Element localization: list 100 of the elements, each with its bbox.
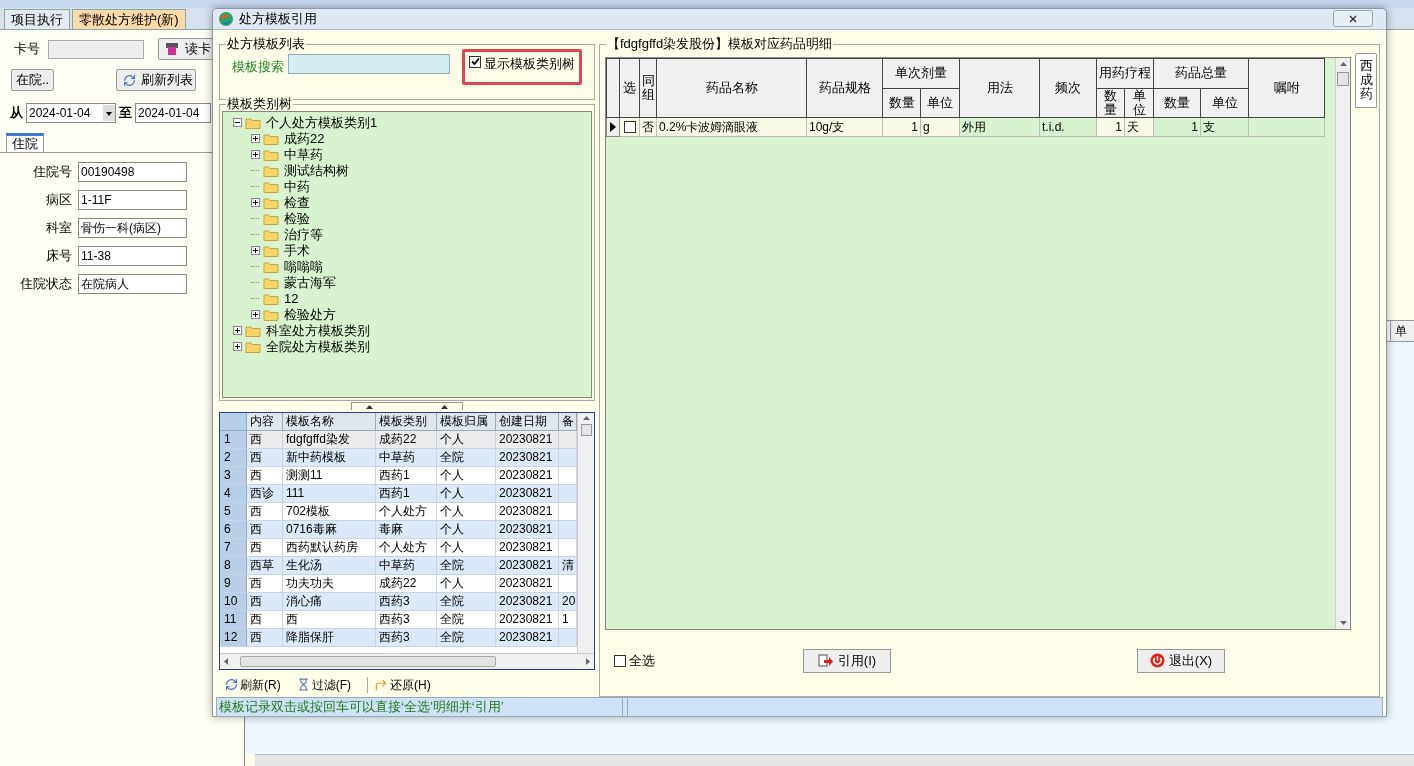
table-cell: 10g/支	[809, 119, 845, 134]
close-button[interactable]	[1333, 10, 1373, 28]
table-cell: 个人处方	[376, 502, 437, 520]
search-field[interactable]	[288, 53, 450, 74]
row-checkbox[interactable]	[623, 121, 636, 134]
folder-icon	[245, 116, 261, 129]
table-cell: 个人	[437, 430, 496, 448]
field-label: 卡号	[14, 40, 40, 59]
column-header: 药品总量	[1153, 58, 1249, 88]
expand-icon[interactable]	[250, 246, 260, 255]
expand-icon[interactable]	[232, 326, 242, 335]
scroll-thumb[interactable]	[580, 423, 592, 436]
app-logo-icon	[218, 10, 234, 27]
column-header[interactable]: 模板类别	[376, 412, 437, 430]
table-cell: 西	[247, 448, 283, 466]
expand-icon[interactable]	[250, 150, 260, 159]
text-field[interactable]: 11-38	[78, 246, 187, 266]
card-reader-icon	[165, 42, 179, 56]
side-tab[interactable]: 西成药	[1355, 52, 1377, 108]
status-text: 模板记录双击或按回车可以直接‘全选’明细并‘引用’	[217, 696, 623, 717]
table-cell: 西药3	[376, 610, 437, 628]
scroll-down-icon[interactable]	[1339, 620, 1347, 625]
table-cell: 20230821	[496, 538, 559, 556]
dropdown-icon	[103, 105, 115, 121]
collapse-icon[interactable]	[232, 118, 242, 127]
vertical-scrollbar[interactable]	[1335, 57, 1350, 629]
inpatient-button[interactable]: 在院..	[11, 69, 55, 91]
column-header[interactable]: 模板名称	[283, 412, 376, 430]
text-field[interactable]: 在院病人	[78, 274, 187, 294]
search-label: 模板搜索	[232, 57, 284, 76]
text-field[interactable]: 00190498	[78, 162, 187, 182]
table-cell: fdgfgffd染发	[283, 430, 376, 448]
table-cell: 20230821	[496, 520, 559, 538]
table-cell: 消心痛	[283, 592, 376, 610]
column-header: 选	[619, 58, 640, 117]
toolbar-button[interactable]: 还原(H)	[374, 675, 441, 694]
expand-icon[interactable]	[232, 342, 242, 351]
table-cell: g	[923, 119, 930, 134]
column-header: 单次剂量	[882, 58, 960, 88]
column-header[interactable]: 内容	[247, 412, 283, 430]
redo-arrow-icon	[374, 677, 388, 692]
table-cell: 1	[911, 119, 918, 134]
table-cell: 西	[247, 466, 283, 484]
table-cell: 降脂保肝	[283, 628, 376, 646]
exit-button[interactable]: 退出(X)	[1137, 648, 1225, 673]
expand-icon[interactable]	[250, 310, 260, 319]
table-cell: 成药22	[376, 430, 437, 448]
table-cell: 生化汤	[283, 556, 376, 574]
column-header: 用法	[959, 58, 1040, 117]
column-header[interactable]: 模板归属	[437, 412, 496, 430]
scroll-thumb[interactable]	[1337, 71, 1349, 86]
scroll-left-icon[interactable]	[224, 657, 228, 665]
checkbox-label[interactable]: 全选	[629, 650, 655, 671]
text-field[interactable]: 1-11F	[78, 190, 187, 210]
scroll-thumb[interactable]	[240, 655, 496, 667]
table-cell: 0.2%卡波姆滴眼液	[659, 119, 759, 134]
horizontal-scrollbar[interactable]	[255, 754, 1414, 766]
field-label: 住院号	[32, 163, 73, 182]
table-cell: 20230821	[496, 448, 559, 466]
date-field[interactable]: 2024-01-04	[135, 103, 211, 123]
window-title: 处方模板引用	[239, 10, 317, 28]
table-cell: 毒麻	[376, 520, 437, 538]
scroll-right-icon[interactable]	[586, 657, 590, 665]
table-cell: 个人	[437, 466, 496, 484]
column-header[interactable]: 创建日期	[496, 412, 559, 430]
date-field[interactable]: 2024-01-04	[26, 103, 116, 123]
table-cell: 个人	[437, 484, 496, 502]
toolbar-button[interactable]: 刷新(R)	[225, 675, 291, 694]
tab[interactable]: 零散处方维护(新)	[72, 9, 186, 29]
folder-icon	[263, 212, 279, 225]
table-cell: 20230821	[496, 430, 559, 448]
refresh-list-button[interactable]: 刷新列表	[116, 69, 197, 91]
table-cell: 中草药	[376, 556, 437, 574]
tab[interactable]: 项目执行	[4, 9, 70, 29]
table-cell: 个人处方	[376, 538, 437, 556]
table-cell: 20230821	[496, 466, 559, 484]
read-card-button[interactable]: 读卡	[158, 38, 214, 60]
card-number-field[interactable]	[48, 39, 144, 59]
text-field[interactable]: 骨伤一科(病区)	[78, 218, 187, 238]
table-cell: 1	[1191, 119, 1198, 134]
field-label: 科室	[45, 219, 73, 238]
horizontal-scrollbar[interactable]	[220, 652, 594, 669]
table-cell: 0716毒麻	[283, 520, 376, 538]
table-cell: 全院	[437, 556, 496, 574]
checkbox-label[interactable]: 显示模板类别树	[484, 53, 575, 73]
folder-icon	[263, 260, 279, 273]
power-icon	[1149, 653, 1165, 668]
scroll-up-icon[interactable]	[582, 415, 590, 420]
toolbar-button[interactable]: 过滤(F)	[296, 675, 361, 694]
splitter-handle[interactable]	[351, 402, 463, 410]
quote-button[interactable]: 引用(I)	[803, 648, 891, 673]
expand-icon[interactable]	[250, 134, 260, 143]
expand-icon[interactable]	[250, 198, 260, 207]
scroll-up-icon[interactable]	[1339, 61, 1347, 66]
checkbox[interactable]	[469, 55, 481, 68]
table-cell: 西药1	[376, 484, 437, 502]
table-cell: 西	[247, 592, 283, 610]
vertical-scrollbar[interactable]	[577, 412, 594, 653]
checkbox[interactable]	[614, 654, 626, 667]
tab[interactable]: 住院	[6, 133, 44, 152]
